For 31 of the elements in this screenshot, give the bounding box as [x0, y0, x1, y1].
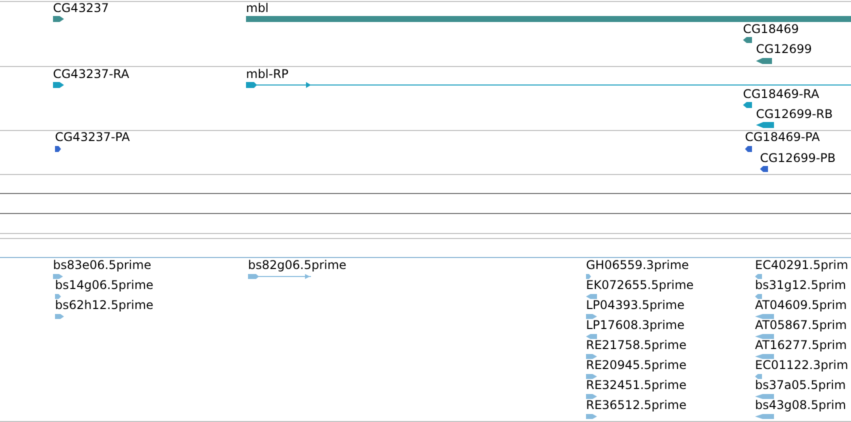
feature-label: RE36512.5prime	[586, 398, 686, 412]
feature-label: bs37a05.5prim	[755, 378, 846, 392]
feature-label: bs82g06.5prime	[248, 258, 346, 272]
feature-label: AT16277.5prim	[755, 338, 847, 352]
feature-label: LP04393.5prime	[586, 298, 685, 312]
feature-label: CG18469	[743, 22, 799, 36]
feature-label: bs14g06.5prime	[55, 278, 154, 292]
feature-label: RE20945.5prime	[586, 358, 686, 372]
feature-label: CG12699	[756, 42, 812, 56]
feature-label: LP17608.3prime	[586, 318, 685, 332]
feature-label: CG43237-PA	[55, 130, 130, 144]
feature-label: GH06559.3prime	[586, 258, 689, 272]
feature-label: bs31g12.5prim	[755, 278, 846, 292]
feature-label: bs83e06.5prime	[53, 258, 152, 272]
feature-label: CG18469-PA	[745, 130, 820, 144]
feature-label: CG12699-PB	[760, 151, 836, 165]
feature-label: EK072655.5prime	[586, 278, 694, 292]
feature-label: CG12699-RB	[756, 107, 833, 121]
feature-label: mbl-RP	[246, 67, 289, 81]
feature-label: AT05867.5prim	[755, 318, 847, 332]
feature-label: CG18469-RA	[743, 87, 820, 101]
feature-label: EC40291.5prim	[755, 258, 848, 272]
feature-label: EC01122.3prim	[755, 358, 848, 372]
feature-label: CG43237	[53, 1, 109, 15]
feature-label: RE32451.5prime	[586, 378, 686, 392]
feature-label: bs62h12.5prime	[55, 298, 154, 312]
feature-label: mbl	[246, 1, 269, 15]
feature-label: CG43237-RA	[53, 67, 130, 81]
feature-label: AT04609.5prim	[755, 298, 847, 312]
feature-label: RE21758.5prime	[586, 338, 686, 352]
feature-label: bs43g08.5prim	[755, 398, 846, 412]
